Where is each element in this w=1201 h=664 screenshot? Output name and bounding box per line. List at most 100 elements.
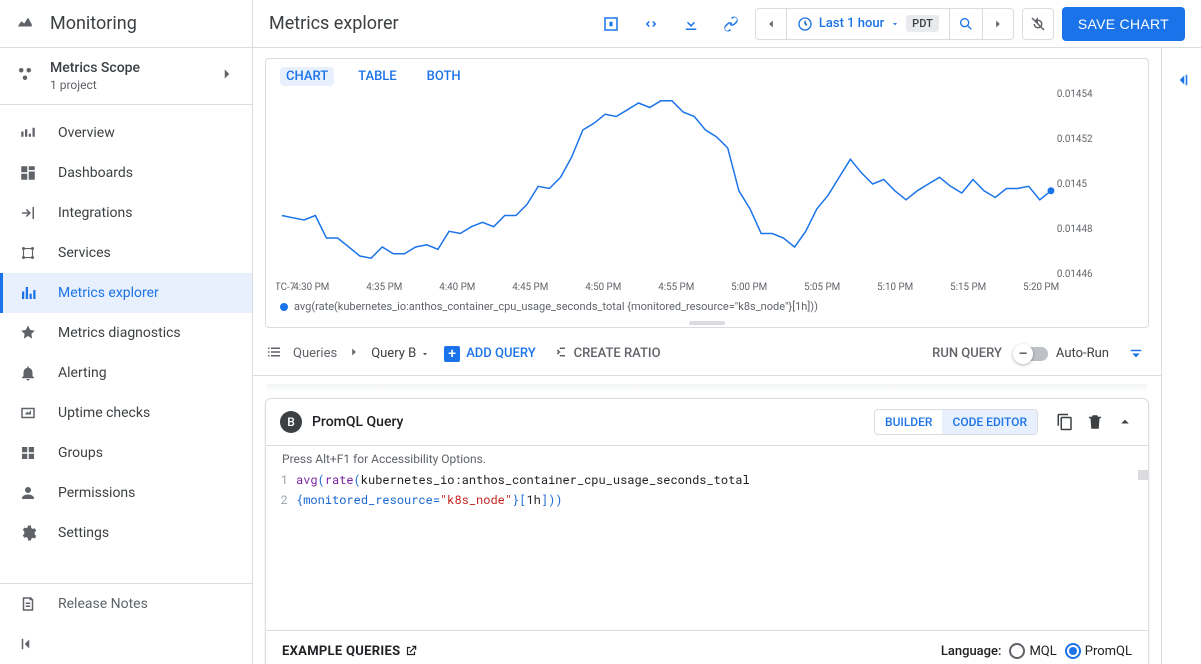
sidebar-item-release-notes[interactable]: Release Notes bbox=[0, 584, 252, 624]
radio-checked-icon bbox=[1065, 643, 1081, 659]
svg-text:4:50 PM: 4:50 PM bbox=[585, 282, 621, 293]
download-button[interactable] bbox=[675, 8, 707, 40]
line-gutter: 12 bbox=[266, 470, 296, 620]
scroll-corner bbox=[1138, 470, 1148, 480]
metrics-scope-selector[interactable]: Metrics Scope 1 project bbox=[0, 48, 252, 105]
view-tab-table[interactable]: TABLE bbox=[352, 67, 403, 86]
uptime-icon bbox=[18, 404, 38, 422]
right-rail bbox=[1161, 48, 1201, 664]
overview-icon bbox=[18, 124, 38, 142]
query-card-footer: EXAMPLE QUERIES Language: MQL bbox=[266, 630, 1148, 664]
example-queries-link[interactable]: EXAMPLE QUERIES bbox=[282, 644, 418, 659]
product-header: Monitoring bbox=[0, 0, 252, 48]
legend-label: avg(rate(kubernetes_io:anthos_container_… bbox=[294, 300, 818, 313]
save-chart-button[interactable]: SAVE CHART bbox=[1062, 7, 1185, 41]
query-mode-toggle: BUILDER CODE EDITOR bbox=[874, 409, 1038, 435]
timezone-badge: PDT bbox=[906, 15, 939, 32]
run-query-button[interactable]: RUN QUERY bbox=[932, 346, 1002, 361]
sidebar-item-metrics-diagnostics[interactable]: Metrics diagnostics bbox=[0, 313, 252, 353]
sidebar-item-overview[interactable]: Overview bbox=[0, 113, 252, 153]
chevron-right-icon bbox=[218, 65, 236, 87]
radio-unchecked-icon bbox=[1009, 643, 1025, 659]
sidebar-collapse-button[interactable] bbox=[0, 624, 252, 664]
query-toolbar: Queries Query B + ADD QUERY CREATE RATI bbox=[253, 332, 1161, 376]
chart-panel: CHART TABLE BOTH 0.014460.014480.01450.0… bbox=[265, 58, 1149, 328]
scope-subtitle: 1 project bbox=[50, 78, 140, 92]
time-range-control: Last 1 hour PDT bbox=[755, 8, 1014, 40]
mode-builder[interactable]: BUILDER bbox=[875, 410, 942, 434]
svg-text:0.01452: 0.01452 bbox=[1057, 134, 1093, 145]
svg-text:4:45 PM: 4:45 PM bbox=[512, 282, 548, 293]
language-radio-mql[interactable]: MQL bbox=[1009, 643, 1056, 659]
page-title: Metrics explorer bbox=[269, 13, 587, 34]
sidebar-item-integrations[interactable]: Integrations bbox=[0, 193, 252, 233]
ratio-icon bbox=[550, 343, 568, 365]
language-label: Language: bbox=[941, 644, 1002, 659]
chart-legend: avg(rate(kubernetes_io:anthos_container_… bbox=[266, 296, 1148, 321]
add-query-button[interactable]: + ADD QUERY bbox=[444, 346, 535, 362]
sidebar-item-uptime-checks[interactable]: Uptime checks bbox=[0, 393, 252, 433]
panel-settings-button[interactable] bbox=[595, 8, 627, 40]
plus-icon: + bbox=[444, 346, 460, 362]
settings-icon bbox=[18, 524, 38, 542]
code-editor[interactable]: Press Alt+F1 for Accessibility Options. … bbox=[266, 445, 1148, 620]
view-tab-chart[interactable]: CHART bbox=[280, 67, 334, 86]
sidebar: Monitoring Metrics Scope 1 project Overv… bbox=[0, 0, 253, 664]
dashboards-icon bbox=[18, 164, 38, 182]
services-icon bbox=[18, 244, 38, 262]
toggle-switch[interactable] bbox=[1016, 347, 1048, 361]
code-view-button[interactable] bbox=[635, 8, 667, 40]
resize-handle[interactable] bbox=[689, 321, 725, 325]
legend-dot-icon bbox=[280, 303, 288, 311]
query-selector[interactable]: Query B bbox=[371, 346, 430, 361]
code-lines[interactable]: avg(rate(kubernetes_io:anthos_container_… bbox=[296, 470, 1148, 620]
alerting-icon bbox=[18, 364, 38, 382]
svg-text:0.0145: 0.0145 bbox=[1057, 179, 1088, 190]
svg-text:4:55 PM: 4:55 PM bbox=[658, 282, 694, 293]
sidebar-item-dashboards[interactable]: Dashboards bbox=[0, 153, 252, 193]
sidebar-item-alerting[interactable]: Alerting bbox=[0, 353, 252, 393]
main: Metrics explorer Last 1 hour PDT bbox=[253, 0, 1201, 664]
sidebar-item-groups[interactable]: Groups bbox=[0, 433, 252, 473]
view-tabs: CHART TABLE BOTH bbox=[266, 59, 1148, 86]
time-next-button[interactable] bbox=[983, 9, 1013, 39]
monitoring-logo-icon bbox=[16, 13, 34, 35]
product-name: Monitoring bbox=[50, 13, 137, 34]
delete-query-button[interactable] bbox=[1086, 413, 1104, 431]
collapse-all-button[interactable] bbox=[1123, 339, 1149, 369]
chevron-right-icon bbox=[347, 345, 361, 363]
sidebar-footer: Release Notes bbox=[0, 583, 252, 664]
language-radio-promql[interactable]: PromQL bbox=[1065, 643, 1132, 659]
svg-text:0.01454: 0.01454 bbox=[1057, 89, 1093, 100]
collapse-query-button[interactable] bbox=[1116, 413, 1134, 431]
time-range-picker[interactable]: Last 1 hour PDT bbox=[787, 15, 949, 32]
groups-icon bbox=[18, 444, 38, 462]
time-zoom-button[interactable] bbox=[950, 9, 982, 39]
scope-icon bbox=[16, 65, 34, 87]
release-notes-icon bbox=[18, 595, 38, 613]
queries-label: Queries bbox=[293, 346, 337, 361]
chart-area[interactable]: 0.014460.014480.01450.014520.01454UTC-74… bbox=[266, 86, 1148, 296]
svg-text:5:10 PM: 5:10 PM bbox=[877, 282, 913, 293]
svg-text:5:00 PM: 5:00 PM bbox=[731, 282, 767, 293]
mode-code-editor[interactable]: CODE EDITOR bbox=[942, 410, 1037, 434]
autorun-toggle[interactable]: Auto-Run bbox=[1016, 346, 1109, 361]
create-ratio-button[interactable]: CREATE RATIO bbox=[550, 343, 661, 365]
link-button[interactable] bbox=[715, 8, 747, 40]
sidebar-item-settings[interactable]: Settings bbox=[0, 513, 252, 553]
query-card-title: PromQL Query bbox=[312, 414, 864, 430]
list-icon bbox=[265, 343, 283, 365]
view-tab-both[interactable]: BOTH bbox=[421, 67, 467, 86]
accessibility-hint: Press Alt+F1 for Accessibility Options. bbox=[266, 446, 1148, 470]
sidebar-item-services[interactable]: Services bbox=[0, 233, 252, 273]
expand-panel-button[interactable] bbox=[1166, 64, 1198, 96]
sidebar-item-permissions[interactable]: Permissions bbox=[0, 473, 252, 513]
copy-query-button[interactable] bbox=[1056, 413, 1074, 431]
autorefresh-off-button[interactable] bbox=[1022, 8, 1054, 40]
svg-text:5:20 PM: 5:20 PM bbox=[1023, 282, 1059, 293]
sidebar-item-metrics-explorer[interactable]: Metrics explorer bbox=[0, 273, 252, 313]
permissions-icon bbox=[18, 484, 38, 502]
query-card-b: B PromQL Query BUILDER CODE EDITOR bbox=[265, 398, 1149, 664]
time-prev-button[interactable] bbox=[756, 9, 786, 39]
svg-text:4:30 PM: 4:30 PM bbox=[293, 282, 329, 293]
